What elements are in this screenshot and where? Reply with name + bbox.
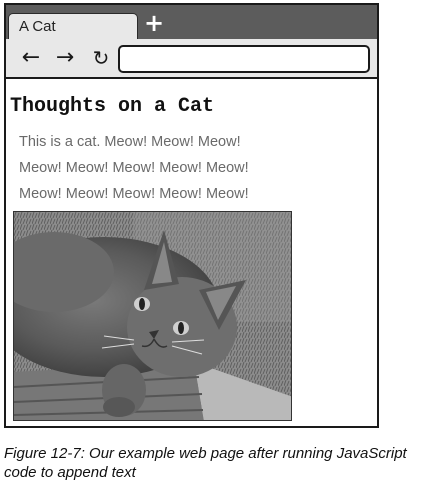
reload-icon[interactable]: ↻ [88,45,114,71]
plus-icon[interactable]: + [144,11,164,35]
cat-photo [13,211,292,421]
page-content: Thoughts on a Cat This is a cat. Meow! M… [6,81,377,426]
browser-window: A Cat + ← → ↻ Thoughts on a Cat This is … [4,3,379,428]
arrow-left-icon[interactable]: ← [18,45,44,71]
tab-bar: A Cat + [6,5,377,39]
figure-caption: Figure 12-7: Our example web page after … [4,445,407,481]
navigation-toolbar: ← → ↻ [6,39,377,79]
page-heading: Thoughts on a Cat [10,95,215,118]
arrow-right-icon[interactable]: → [52,45,78,71]
page-paragraph: This is a cat. Meow! Meow! Meow! Meow! M… [19,134,249,202]
tab-a-cat[interactable]: A Cat [8,13,138,39]
address-bar[interactable] [118,45,370,73]
